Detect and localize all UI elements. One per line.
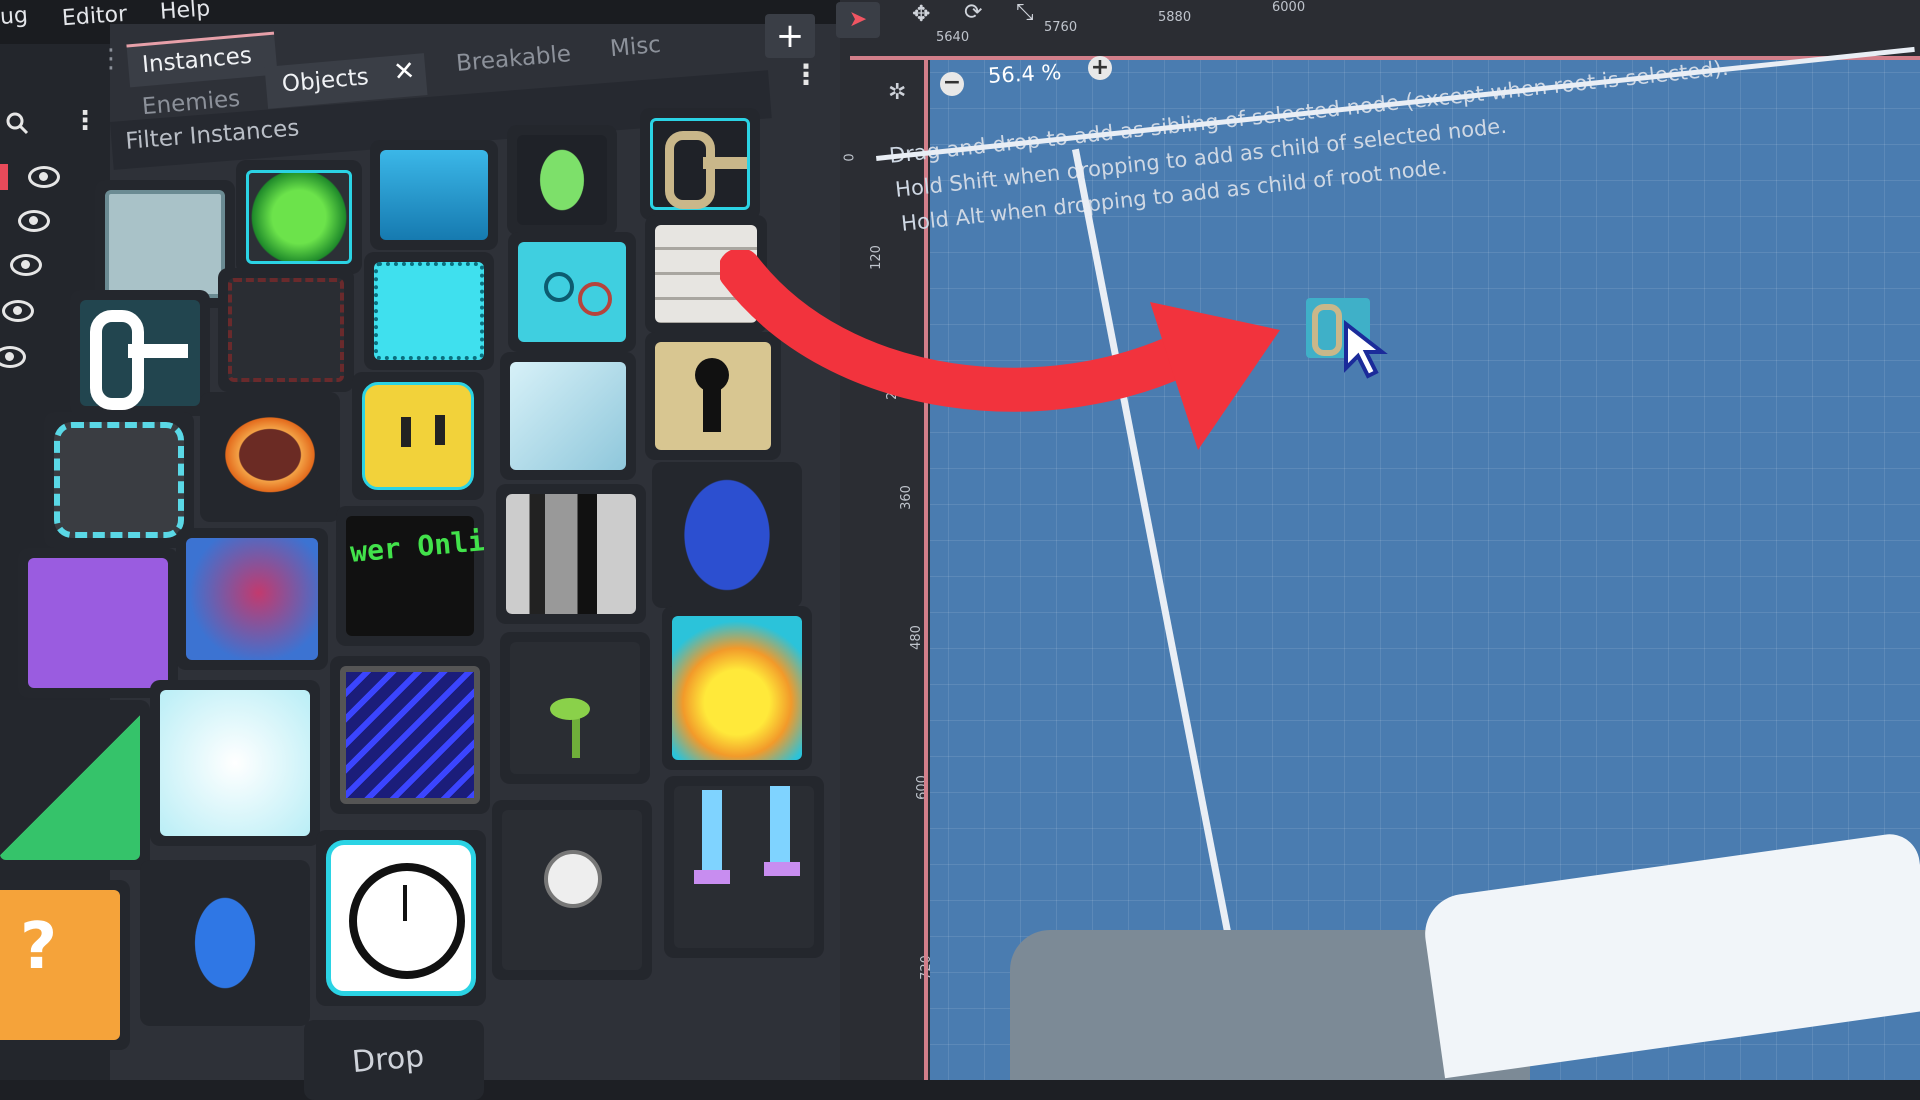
tile-dark-block[interactable] bbox=[44, 412, 194, 548]
block-icon bbox=[54, 422, 184, 538]
tile-sprout[interactable] bbox=[500, 632, 650, 784]
tile-blue-egg[interactable] bbox=[652, 462, 802, 608]
screen-icon: wer Onli bbox=[346, 516, 484, 636]
tile-portal[interactable] bbox=[176, 528, 328, 670]
center-view-icon[interactable]: ✲ bbox=[888, 80, 906, 105]
plus-icon[interactable]: + bbox=[765, 14, 815, 58]
drop-label: Drop bbox=[350, 1038, 426, 1081]
zoom-level[interactable]: 56.4 % bbox=[987, 60, 1062, 88]
tile-switch[interactable] bbox=[508, 232, 636, 352]
tab-misc[interactable]: Misc bbox=[609, 32, 662, 62]
ruler-label: 5880 bbox=[1158, 10, 1192, 25]
select-tool-icon[interactable]: ➤ bbox=[836, 2, 880, 38]
tile-heart-coin[interactable] bbox=[236, 160, 362, 274]
tile-crystal-block[interactable] bbox=[95, 180, 235, 308]
mouse-cursor-icon bbox=[1344, 320, 1388, 379]
ruler-label: 480 bbox=[908, 625, 924, 650]
stopwatch-icon bbox=[502, 810, 642, 970]
visibility-icon[interactable] bbox=[2, 300, 34, 322]
block-icon bbox=[228, 278, 344, 382]
ruler-label: 0 bbox=[842, 153, 858, 162]
tile-legs[interactable] bbox=[664, 776, 824, 958]
tab-instances-label: Instances bbox=[141, 42, 253, 79]
scale-tool-icon[interactable]: ⤡ bbox=[1016, 0, 1034, 25]
zoom-out-icon[interactable]: − bbox=[940, 72, 964, 96]
kebab-icon[interactable]: ⋮ bbox=[72, 106, 98, 136]
ruler-horizontal: 5640 5760 5880 6000 bbox=[840, 0, 1920, 60]
tile-explosion[interactable] bbox=[662, 606, 812, 770]
rotate-tool-icon[interactable]: ⟳ bbox=[964, 0, 982, 25]
tile-question-block[interactable]: ? bbox=[0, 880, 130, 1050]
ruler-label: 360 bbox=[898, 485, 914, 510]
capsule-icon bbox=[150, 870, 300, 1016]
tile-dotted-block[interactable] bbox=[218, 268, 354, 392]
tile-key[interactable] bbox=[640, 108, 760, 220]
tile-clock-big[interactable] bbox=[316, 830, 486, 1006]
visibility-icon[interactable] bbox=[28, 166, 60, 188]
switch-icon bbox=[518, 242, 626, 342]
heart-icon bbox=[246, 170, 352, 264]
visibility-icon[interactable] bbox=[10, 254, 42, 276]
sprout-icon bbox=[510, 642, 640, 774]
tile-blue-capsule[interactable] bbox=[140, 860, 310, 1026]
star-icon bbox=[160, 690, 310, 836]
menu-help[interactable]: Help bbox=[159, 0, 211, 25]
stripes-icon bbox=[340, 666, 480, 804]
tile-ring[interactable] bbox=[200, 392, 340, 522]
tile-white-key[interactable] bbox=[70, 290, 210, 416]
visibility-icon[interactable] bbox=[0, 346, 26, 368]
egg-icon bbox=[662, 472, 792, 598]
search-icon[interactable] bbox=[4, 110, 30, 136]
tile-yellow-block[interactable] bbox=[352, 372, 484, 500]
face-block-icon bbox=[362, 382, 474, 490]
tile-green-gem[interactable] bbox=[507, 125, 617, 235]
block-icon bbox=[374, 262, 484, 360]
portal-icon bbox=[186, 538, 318, 660]
tile-cyan-block[interactable] bbox=[364, 252, 494, 370]
drag-arrow bbox=[720, 250, 1280, 450]
tile-star-crystal[interactable] bbox=[150, 680, 320, 846]
slope-icon bbox=[28, 558, 168, 688]
slope-icon bbox=[0, 710, 140, 860]
key-icon bbox=[80, 300, 200, 410]
tile-purple-slope[interactable] bbox=[18, 548, 178, 698]
crystal-icon bbox=[105, 190, 225, 298]
filter-placeholder: Filter Instances bbox=[124, 115, 301, 155]
ruler-label: 6000 bbox=[1272, 0, 1306, 15]
pillar-icon bbox=[506, 494, 636, 614]
ruler-label: 5760 bbox=[1044, 20, 1078, 35]
legs-icon bbox=[674, 786, 814, 948]
tile-power-online[interactable]: wer Onli bbox=[336, 506, 484, 646]
ring-icon bbox=[210, 402, 330, 512]
close-icon[interactable]: ✕ bbox=[392, 56, 416, 88]
ruler-guide-line bbox=[850, 56, 1920, 60]
tile-drop[interactable]: Drop bbox=[304, 1020, 484, 1100]
tile-ice[interactable] bbox=[500, 352, 636, 480]
question-icon: ? bbox=[0, 890, 120, 1040]
explosion-icon bbox=[672, 616, 802, 760]
tab-objects-label: Objects bbox=[280, 64, 370, 98]
tile-water[interactable] bbox=[370, 140, 498, 250]
clock-icon bbox=[326, 840, 476, 996]
menu-debug[interactable]: ug bbox=[0, 3, 29, 30]
water-icon bbox=[380, 150, 488, 240]
tile-striped-block[interactable] bbox=[330, 656, 490, 814]
gem-icon bbox=[517, 135, 607, 225]
tile-clock-small[interactable] bbox=[492, 800, 652, 980]
ice-icon bbox=[510, 362, 626, 470]
tile-pillar[interactable] bbox=[496, 484, 646, 624]
node-color-marker bbox=[0, 164, 8, 190]
dock-grip-icon[interactable]: ⋮ bbox=[98, 44, 124, 74]
ruler-label: 5640 bbox=[936, 30, 970, 45]
power-online-text: wer Onli bbox=[348, 524, 484, 569]
move-tool-icon[interactable]: ✥ bbox=[912, 2, 930, 27]
tile-green-slope[interactable] bbox=[0, 700, 150, 870]
zoom-in-icon[interactable]: + bbox=[1088, 56, 1112, 80]
key-icon bbox=[650, 118, 750, 210]
kebab-icon[interactable]: ⋮ bbox=[792, 58, 820, 91]
visibility-icon[interactable] bbox=[18, 210, 50, 232]
key-icon bbox=[1312, 304, 1342, 356]
